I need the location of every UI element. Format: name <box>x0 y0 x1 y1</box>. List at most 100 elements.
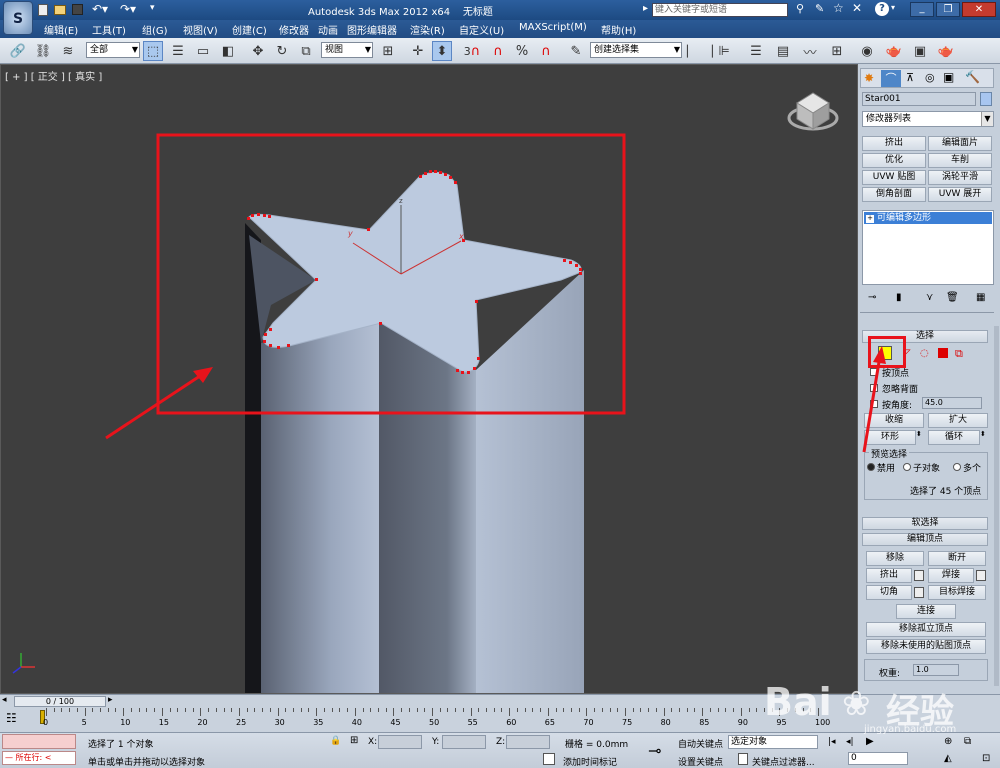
rollout-edit-vertices[interactable]: 编辑顶点 <box>862 533 988 546</box>
lock-selection-icon[interactable]: 🔒 <box>330 736 341 746</box>
menu-edit[interactable]: 编辑(E) <box>44 22 78 37</box>
preview-multi-radio[interactable] <box>953 463 961 471</box>
graphite-tools-icon[interactable]: ▤ <box>773 41 793 61</box>
stack-item-editable-poly[interactable]: + 可编辑多边形 <box>864 212 992 224</box>
curve-editor-icon[interactable]: 〰 <box>800 41 820 61</box>
unlink-icon[interactable]: ⛓ <box>33 41 53 61</box>
polygon-mode-icon[interactable] <box>938 348 948 358</box>
menu-views[interactable]: 视图(V) <box>183 22 218 37</box>
key-filters-button[interactable]: 关键点过滤器... <box>752 755 815 768</box>
quick-access-open-icon[interactable] <box>54 5 66 15</box>
field-of-view-icon[interactable]: ◭ <box>944 753 952 764</box>
frame-counter[interactable]: 0 / 100 <box>14 696 106 707</box>
keyboard-shortcut-icon[interactable]: ⬍ <box>432 41 452 61</box>
chamfer-button[interactable]: 切角 <box>866 585 912 600</box>
create-tab-icon[interactable]: ✸ <box>864 71 874 85</box>
help-icon[interactable]: ? <box>875 2 889 16</box>
qa-more-icon[interactable]: ▾ <box>150 3 155 13</box>
close-button[interactable]: ✕ <box>962 2 996 17</box>
menu-group[interactable]: 组(G) <box>142 22 168 37</box>
menu-help[interactable]: 帮助(H) <box>601 22 636 37</box>
scale-icon[interactable]: ⧉ <box>296 41 316 61</box>
weld-settings-icon[interactable] <box>976 570 986 581</box>
redo-icon[interactable]: ↷▾ <box>120 2 136 16</box>
modifier-button-unwrap-uvw[interactable]: UVW 展开 <box>928 187 992 202</box>
menu-graph-editors[interactable]: 图形编辑器 <box>347 22 397 37</box>
set-key-icon[interactable]: ⊸ <box>648 741 661 760</box>
mirror-icon[interactable]: ⎸⎹ <box>687 41 713 61</box>
loop-button[interactable]: 循环 <box>928 430 980 445</box>
menu-modifiers[interactable]: 修改器 <box>279 22 309 37</box>
y-coordinate-field[interactable] <box>442 735 486 749</box>
quick-access-new-icon[interactable] <box>38 4 48 16</box>
percent-snap-icon[interactable]: % <box>512 41 532 61</box>
angle-snap-icon[interactable]: ∩ <box>488 41 508 61</box>
maximize-viewport-icon[interactable]: ⊡ <box>982 753 990 764</box>
modifier-button-uvw-map[interactable]: UVW 贴图 <box>862 170 926 185</box>
x-coordinate-field[interactable] <box>378 735 422 749</box>
add-time-tag-text[interactable]: 添加时间标记 <box>563 755 617 768</box>
key-filters-icon[interactable] <box>738 753 748 765</box>
grow-button[interactable]: 扩大 <box>928 413 988 428</box>
hierarchy-tab-icon[interactable]: ⊼ <box>906 71 914 84</box>
modifier-button-turbosmooth[interactable]: 涡轮平滑 <box>928 170 992 185</box>
select-object-icon[interactable]: ⬚ <box>143 41 163 61</box>
weight-spinner[interactable]: 1.0 <box>913 664 959 676</box>
preview-disabled-radio[interactable] <box>867 463 875 471</box>
help-dropdown-icon[interactable]: ▾ <box>891 3 895 12</box>
layer-manager-icon[interactable]: ☰ <box>746 41 766 61</box>
link-icon[interactable]: 🔗 <box>8 41 28 61</box>
pivot-center-icon[interactable]: ⊞ <box>378 41 398 61</box>
preview-subobject-radio[interactable] <box>903 463 911 471</box>
time-next-icon[interactable]: ▸ <box>108 695 113 705</box>
utilities-tab-icon[interactable]: 🔨 <box>965 70 980 84</box>
search-arrow-icon[interactable]: ▸ <box>643 3 648 14</box>
ref-coord-select[interactable]: 视图 ▼ <box>321 42 373 58</box>
remove-modifier-icon[interactable]: 🗑 <box>946 292 959 303</box>
community-icon[interactable]: ✎ <box>815 2 824 15</box>
spinner-snap-icon[interactable]: ∩ <box>536 41 556 61</box>
time-prev-icon[interactable]: ◂ <box>2 695 7 705</box>
viewport-perspective[interactable]: [ + ] [ 正交 ] [ 真实 ] z y x <box>0 64 858 694</box>
object-name-field[interactable]: Star001 <box>862 92 976 106</box>
modifier-button-lathe[interactable]: 车削 <box>928 153 992 168</box>
bind-spacewarp-icon[interactable]: ≋ <box>58 41 78 61</box>
rollout-soft-selection[interactable]: 软选择 <box>862 517 988 530</box>
modifier-button-edit-patch[interactable]: 编辑面片 <box>928 136 992 151</box>
rotate-icon[interactable]: ↻ <box>272 41 292 61</box>
motion-tab-icon[interactable]: ◎ <box>925 71 935 84</box>
minimize-button[interactable]: _ <box>910 2 934 17</box>
frame-number-field[interactable]: 0 <box>848 752 908 765</box>
pin-stack-icon[interactable]: ⊸ <box>868 292 876 303</box>
display-tab-icon[interactable]: ▣ <box>943 70 954 84</box>
menu-customize[interactable]: 自定义(U) <box>459 22 504 37</box>
restore-button[interactable]: ❐ <box>936 2 960 17</box>
schematic-view-icon[interactable]: ⊞ <box>827 41 847 61</box>
absolute-mode-icon[interactable]: ⊞ <box>350 735 358 746</box>
loop-spinner-icon[interactable]: ⬍ <box>980 430 988 445</box>
modifier-button-bevel-profile[interactable]: 倒角剖面 <box>862 187 926 202</box>
z-coordinate-field[interactable] <box>506 735 550 749</box>
remove-button[interactable]: 移除 <box>866 551 924 566</box>
ring-spinner-icon[interactable]: ⬍ <box>916 430 924 445</box>
break-button[interactable]: 断开 <box>928 551 986 566</box>
time-tag-icon[interactable] <box>543 753 555 765</box>
rect-selection-icon[interactable]: ▭ <box>193 41 213 61</box>
weld-button[interactable]: 焊接 <box>928 568 974 583</box>
window-crossing-icon[interactable]: ◧ <box>218 41 238 61</box>
target-weld-button[interactable]: 目标焊接 <box>928 585 986 600</box>
maxscript-listener[interactable] <box>2 734 76 749</box>
snaps-toggle-icon[interactable]: 3 ∩ <box>462 41 482 61</box>
modifier-list-select[interactable]: 修改器列表 ▼ <box>862 111 994 127</box>
favorites-icon[interactable]: ☆ <box>833 1 844 15</box>
rendered-frame-icon[interactable]: ▣ <box>910 41 930 61</box>
menu-maxscript[interactable]: MAXScript(M) <box>519 22 587 33</box>
undo-icon[interactable]: ↶▾ <box>92 2 108 16</box>
selection-filter-select[interactable]: 全部 ▼ <box>86 42 140 58</box>
command-panel-scrollbar[interactable] <box>994 326 999 686</box>
make-unique-icon[interactable]: ⋎ <box>926 292 933 303</box>
render-production-icon[interactable]: 🫖 <box>936 41 956 61</box>
search-input[interactable]: 键入关键字或短语 <box>652 3 788 17</box>
element-mode-icon[interactable]: ⧉ <box>955 347 963 361</box>
auto-key-button[interactable]: 自动关键点 <box>678 737 723 750</box>
